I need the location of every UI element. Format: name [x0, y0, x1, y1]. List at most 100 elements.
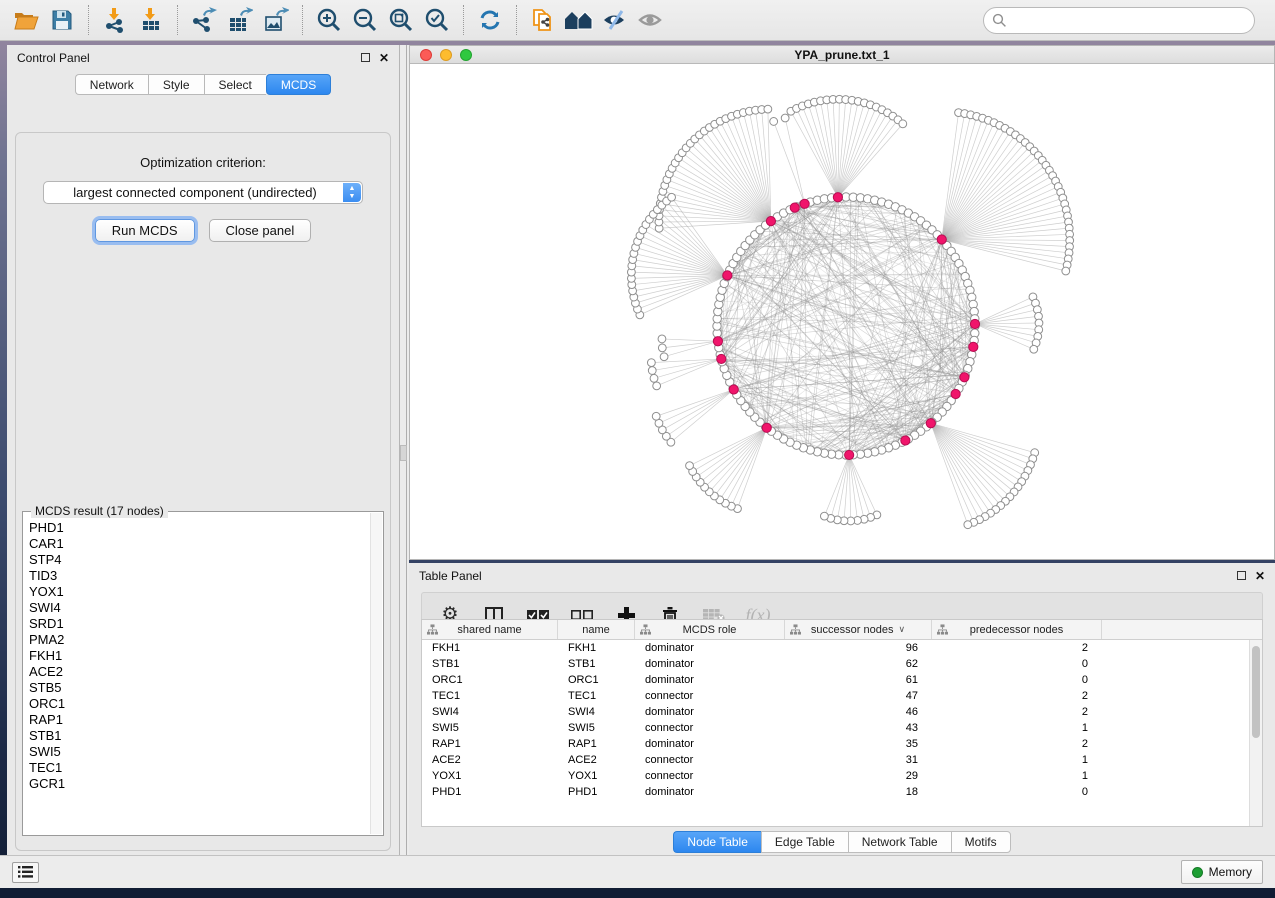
cell-shared-name[interactable]: FKH1: [422, 640, 558, 656]
tab-edge-table[interactable]: Edge Table: [761, 831, 848, 853]
run-mcds-button[interactable]: Run MCDS: [95, 219, 195, 242]
open-button[interactable]: [8, 3, 44, 37]
import-network-button[interactable]: [97, 3, 133, 37]
float-panel-icon[interactable]: [361, 53, 370, 62]
leaf-node[interactable]: [1030, 345, 1038, 353]
zoom-selected-button[interactable]: [419, 3, 455, 37]
mcds-dominator-node[interactable]: [723, 271, 732, 280]
show-all-button[interactable]: [633, 3, 669, 37]
leaf-node[interactable]: [658, 335, 666, 343]
mcds-result-list[interactable]: PHD1CAR1STP4TID3YOX1SWI4SRD1PMA2FKH1ACE2…: [29, 520, 370, 833]
mcds-result-item[interactable]: SWI4: [29, 600, 370, 616]
zoom-in-button[interactable]: [311, 3, 347, 37]
mcds-dominator-node[interactable]: [901, 436, 910, 445]
tab-node-table[interactable]: Node Table: [673, 831, 761, 853]
tab-style[interactable]: Style: [148, 74, 204, 95]
table-row[interactable]: SWI5SWI5connector431: [422, 720, 1249, 736]
column-header-MCDS-role[interactable]: MCDS role: [635, 620, 785, 639]
cell-MCDS-role[interactable]: connector: [635, 768, 785, 784]
leaf-node[interactable]: [820, 512, 828, 520]
mcds-result-item[interactable]: PHD1: [29, 520, 370, 536]
mcds-result-item[interactable]: FKH1: [29, 648, 370, 664]
mcds-dominator-node[interactable]: [766, 217, 775, 226]
cell-successor-nodes[interactable]: 18: [785, 784, 932, 800]
cell-shared-name[interactable]: PHD1: [422, 784, 558, 800]
table-row[interactable]: STB1STB1dominator620: [422, 656, 1249, 672]
mcds-result-item[interactable]: STB1: [29, 728, 370, 744]
table-scrollbar-thumb[interactable]: [1252, 646, 1260, 738]
column-header-shared-name[interactable]: shared name: [422, 620, 558, 639]
cell-predecessor-nodes[interactable]: 1: [932, 752, 1102, 768]
table-row[interactable]: SWI4SWI4dominator462: [422, 704, 1249, 720]
mcds-result-item[interactable]: PMA2: [29, 632, 370, 648]
mcds-result-item[interactable]: STP4: [29, 552, 370, 568]
table-row[interactable]: RAP1RAP1dominator352: [422, 736, 1249, 752]
mcds-dominator-node[interactable]: [951, 389, 960, 398]
mcds-result-item[interactable]: ACE2: [29, 664, 370, 680]
close-table-panel-icon[interactable]: ✕: [1255, 569, 1265, 583]
cell-name[interactable]: FKH1: [558, 640, 635, 656]
mcds-dominator-node[interactable]: [790, 203, 799, 212]
leaf-node[interactable]: [660, 353, 668, 361]
leaf-node[interactable]: [650, 374, 658, 382]
copy-style-button[interactable]: [525, 3, 561, 37]
memory-button[interactable]: Memory: [1181, 860, 1263, 884]
mcds-dominator-node[interactable]: [729, 385, 738, 394]
optimization-criterion-select[interactable]: largest connected component (undirected)…: [43, 181, 363, 204]
mcds-result-item[interactable]: SRD1: [29, 616, 370, 632]
table-row[interactable]: PHD1PHD1dominator180: [422, 784, 1249, 800]
leaf-node[interactable]: [964, 521, 972, 529]
tab-network[interactable]: Network: [75, 74, 148, 95]
mcds-dominator-node[interactable]: [762, 423, 771, 432]
mcds-result-item[interactable]: STB5: [29, 680, 370, 696]
cell-name[interactable]: PHD1: [558, 784, 635, 800]
leaf-node[interactable]: [1062, 267, 1070, 275]
cell-MCDS-role[interactable]: dominator: [635, 672, 785, 688]
cell-shared-name[interactable]: ACE2: [422, 752, 558, 768]
cell-successor-nodes[interactable]: 43: [785, 720, 932, 736]
zoom-out-button[interactable]: [347, 3, 383, 37]
export-network-button[interactable]: [186, 3, 222, 37]
cell-predecessor-nodes[interactable]: 0: [932, 672, 1102, 688]
cell-name[interactable]: TEC1: [558, 688, 635, 704]
cell-name[interactable]: SWI4: [558, 704, 635, 720]
mcds-result-item[interactable]: TEC1: [29, 760, 370, 776]
tab-mcds[interactable]: MCDS: [266, 74, 331, 95]
result-scrollbar[interactable]: [370, 513, 382, 834]
hide-selected-button[interactable]: [597, 3, 633, 37]
cell-name[interactable]: SWI5: [558, 720, 635, 736]
mcds-dominator-node[interactable]: [937, 235, 946, 244]
export-image-button[interactable]: [258, 3, 294, 37]
table-row[interactable]: ORC1ORC1dominator610: [422, 672, 1249, 688]
cell-MCDS-role[interactable]: dominator: [635, 640, 785, 656]
leaf-node[interactable]: [764, 105, 772, 113]
cell-predecessor-nodes[interactable]: 0: [932, 656, 1102, 672]
mcds-result-item[interactable]: YOX1: [29, 584, 370, 600]
cell-predecessor-nodes[interactable]: 2: [932, 640, 1102, 656]
cell-name[interactable]: STB1: [558, 656, 635, 672]
cell-MCDS-role[interactable]: connector: [635, 752, 785, 768]
leaf-node[interactable]: [686, 462, 694, 470]
cell-name[interactable]: ORC1: [558, 672, 635, 688]
leaf-node[interactable]: [668, 193, 676, 201]
splitter-grip[interactable]: [400, 445, 407, 461]
cell-predecessor-nodes[interactable]: 0: [932, 784, 1102, 800]
mcds-dominator-node[interactable]: [960, 373, 969, 382]
cell-shared-name[interactable]: STB1: [422, 656, 558, 672]
mcds-dominator-node[interactable]: [717, 354, 726, 363]
cell-successor-nodes[interactable]: 29: [785, 768, 932, 784]
cell-successor-nodes[interactable]: 31: [785, 752, 932, 768]
table-scrollbar[interactable]: [1249, 640, 1262, 826]
import-table-button[interactable]: [133, 3, 169, 37]
tab-network-table[interactable]: Network Table: [848, 831, 951, 853]
cell-predecessor-nodes[interactable]: 2: [932, 688, 1102, 704]
cell-predecessor-nodes[interactable]: 1: [932, 720, 1102, 736]
export-table-button[interactable]: [222, 3, 258, 37]
table-row[interactable]: ACE2ACE2connector311: [422, 752, 1249, 768]
table-row[interactable]: TEC1TEC1connector472: [422, 688, 1249, 704]
mcds-dominator-node[interactable]: [969, 342, 978, 351]
cell-predecessor-nodes[interactable]: 2: [932, 736, 1102, 752]
cell-name[interactable]: ACE2: [558, 752, 635, 768]
cell-successor-nodes[interactable]: 61: [785, 672, 932, 688]
cell-MCDS-role[interactable]: connector: [635, 688, 785, 704]
